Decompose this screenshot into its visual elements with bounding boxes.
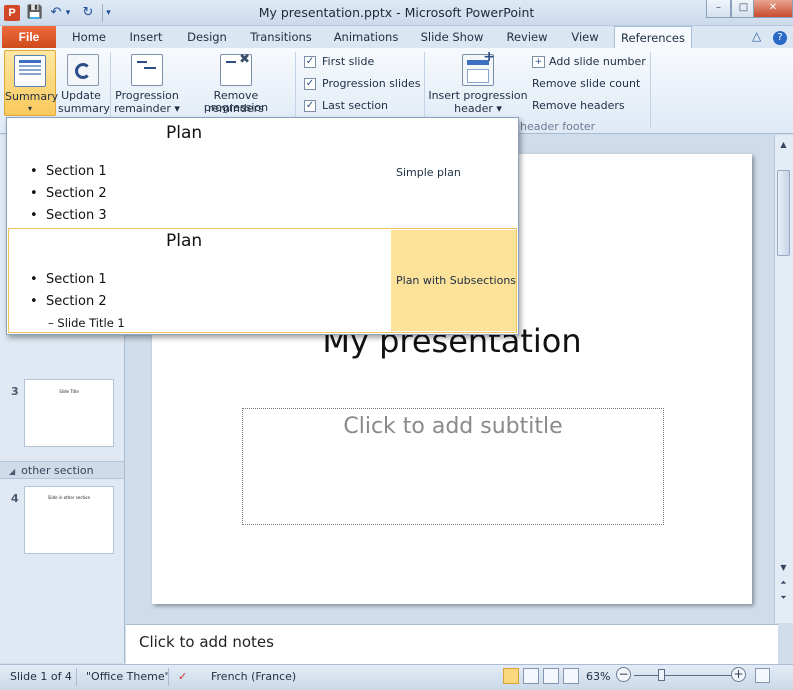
tab-view[interactable]: View bbox=[564, 26, 606, 48]
progression-remainder-label-1: Progression bbox=[115, 89, 179, 102]
normal-view-icon[interactable] bbox=[503, 668, 519, 684]
tab-slide-show[interactable]: Slide Show bbox=[414, 26, 490, 48]
language-status[interactable]: French (France) bbox=[211, 670, 296, 683]
progression-slides-label: Progression slides bbox=[322, 77, 421, 90]
insert-progression-header-button[interactable]: + Insert progression header ▾ bbox=[428, 49, 528, 116]
gallery-bullet: • Section 3 bbox=[30, 208, 107, 223]
minimize-button[interactable]: – bbox=[706, 0, 731, 18]
checkbox-checked-icon: ✓ bbox=[304, 56, 316, 68]
spelling-check-icon[interactable]: ✓ bbox=[178, 670, 187, 683]
checkbox-checked-icon: ✓ bbox=[304, 78, 316, 90]
tab-review[interactable]: Review bbox=[500, 26, 554, 48]
close-button[interactable]: ✕ bbox=[753, 0, 793, 18]
zoom-slider-track[interactable] bbox=[634, 675, 732, 676]
gallery-bullet: • Section 1 bbox=[30, 272, 107, 287]
status-separator bbox=[76, 668, 77, 686]
summary-dropdown-arrow: ▾ bbox=[27, 104, 32, 113]
tab-design[interactable]: Design bbox=[180, 26, 234, 48]
slide-thumbnail[interactable]: Slide Title bbox=[24, 379, 114, 447]
add-slide-number-icon: + bbox=[532, 56, 545, 68]
gallery-plan-title: Plan bbox=[166, 231, 203, 251]
remove-progression-reminders-button[interactable]: ✖ Remove progression reminders bbox=[182, 52, 290, 116]
update-summary-button[interactable]: Update summary bbox=[58, 52, 110, 116]
last-section-label: Last section bbox=[322, 99, 389, 112]
gallery-bullet: • Section 2 bbox=[30, 186, 107, 201]
tab-file[interactable]: File bbox=[2, 26, 56, 48]
slide-count-status: Slide 1 of 4 bbox=[10, 670, 72, 683]
last-section-checkbox[interactable]: ✓ Last section bbox=[304, 97, 388, 115]
summary-icon bbox=[14, 55, 46, 87]
tab-references[interactable]: References bbox=[614, 26, 692, 48]
slide-thumbnail[interactable]: Slide in other section bbox=[24, 486, 114, 554]
progression-remainder-button[interactable]: Progression remainder ▾ bbox=[114, 52, 180, 116]
group-label-header-footer: header footer bbox=[520, 120, 596, 133]
theme-status[interactable]: "Office Theme" bbox=[86, 670, 170, 683]
scroll-up-icon[interactable]: ▲ bbox=[776, 137, 791, 152]
slide-number: 4 bbox=[11, 492, 19, 505]
subtitle-placeholder-text: Click to add subtitle bbox=[343, 414, 563, 439]
window-title: My presentation.pptx - Microsoft PowerPo… bbox=[258, 5, 535, 20]
reading-view-icon[interactable] bbox=[543, 668, 559, 684]
thumbnail-title: Slide Title bbox=[59, 389, 79, 394]
insert-header-icon: + bbox=[462, 49, 495, 86]
section-header-other[interactable]: ◢ other section bbox=[0, 461, 124, 479]
status-separator bbox=[168, 668, 169, 686]
first-slide-checkbox[interactable]: ✓ First slide bbox=[304, 53, 374, 71]
progression-icon bbox=[131, 54, 163, 86]
checkbox-checked-icon: ✓ bbox=[304, 100, 316, 112]
zoom-slider-thumb[interactable] bbox=[658, 669, 665, 681]
remove-slide-count-button[interactable]: Remove slide count bbox=[532, 75, 640, 93]
tab-home[interactable]: Home bbox=[66, 26, 112, 48]
first-slide-label: First slide bbox=[322, 55, 375, 68]
add-slide-number-button[interactable]: + Add slide number bbox=[532, 53, 646, 71]
gallery-bullet: • Section 1 bbox=[30, 164, 107, 179]
thumbnail-title: Slide in other section bbox=[47, 495, 91, 500]
notes-placeholder: Click to add notes bbox=[139, 633, 274, 651]
remove-progression-label-2: reminders bbox=[208, 102, 264, 115]
collapse-section-icon[interactable]: ◢ bbox=[9, 467, 15, 476]
progression-slides-checkbox[interactable]: ✓ Progression slides bbox=[304, 75, 421, 93]
insert-header-label-2: header ▾ bbox=[454, 102, 502, 115]
slide-sorter-view-icon[interactable] bbox=[523, 668, 539, 684]
scroll-down-icon[interactable]: ▼ bbox=[776, 560, 791, 575]
tab-transitions[interactable]: Transitions bbox=[244, 26, 318, 48]
update-summary-label-2: summary bbox=[58, 102, 110, 115]
help-icon[interactable]: ? bbox=[773, 31, 787, 45]
zoom-in-icon[interactable]: + bbox=[731, 667, 746, 682]
progression-remainder-label-2: remainder ▾ bbox=[114, 102, 180, 115]
ribbon-separator bbox=[650, 52, 651, 128]
gallery-sub-bullet: – Slide Title 1 bbox=[48, 316, 125, 330]
insert-header-label-1: Insert progression bbox=[428, 89, 528, 102]
summary-button[interactable]: Summary ▾ bbox=[4, 50, 59, 116]
ribbon-help-controls: △ ? bbox=[752, 29, 787, 45]
previous-slide-icon[interactable]: ⏶ bbox=[776, 575, 791, 590]
minimize-ribbon-icon[interactable]: △ bbox=[752, 29, 761, 43]
gallery-item-label: Plan with Subsections bbox=[396, 274, 517, 287]
zoom-out-icon[interactable]: − bbox=[616, 667, 631, 682]
section-name: other section bbox=[21, 464, 94, 477]
gallery-plan-title: Plan bbox=[166, 123, 203, 143]
scrollbar-thumb[interactable] bbox=[777, 170, 790, 256]
remove-progression-icon: ✖ bbox=[220, 52, 252, 86]
gallery-bullet: • Section 2 bbox=[30, 294, 107, 309]
gallery-item-label: Simple plan bbox=[396, 166, 461, 179]
zoom-level[interactable]: 63% bbox=[586, 670, 610, 683]
next-slide-icon[interactable]: ⏷ bbox=[776, 590, 791, 605]
tab-insert[interactable]: Insert bbox=[122, 26, 170, 48]
slide-number: 3 bbox=[11, 385, 19, 398]
slide-show-view-icon[interactable] bbox=[563, 668, 579, 684]
fit-slide-to-window-icon[interactable] bbox=[755, 668, 770, 683]
tab-animations[interactable]: Animations bbox=[328, 26, 404, 48]
remove-headers-button[interactable]: Remove headers bbox=[532, 97, 625, 115]
add-slide-number-label: Add slide number bbox=[549, 55, 646, 68]
summary-label: Summary bbox=[5, 90, 59, 103]
refresh-summary-icon bbox=[67, 54, 99, 86]
update-summary-label-1: Update bbox=[61, 89, 101, 102]
